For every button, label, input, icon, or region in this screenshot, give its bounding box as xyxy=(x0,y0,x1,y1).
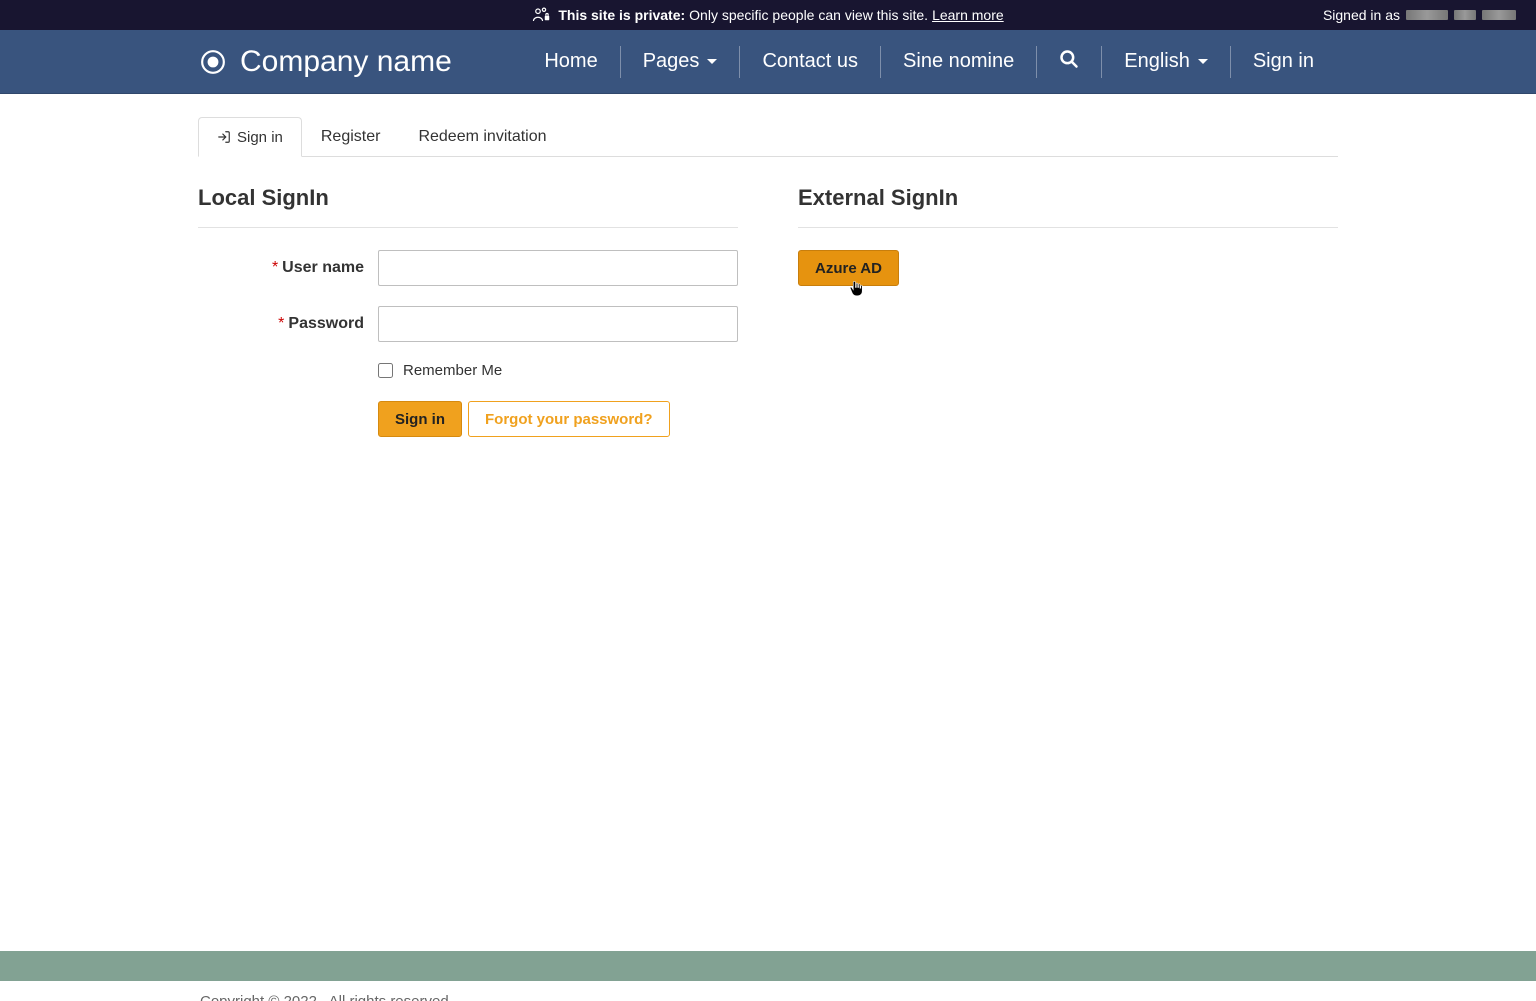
signin-button[interactable]: Sign in xyxy=(378,401,462,437)
local-signin-panel: Local SignIn *User name *Password Rememb… xyxy=(198,185,738,437)
redacted-text xyxy=(1406,10,1448,20)
redacted-text xyxy=(1454,10,1476,20)
tab-redeem[interactable]: Redeem invitation xyxy=(399,117,565,157)
brand-name: Company name xyxy=(240,45,452,79)
people-lock-icon xyxy=(532,6,550,24)
auth-tabs: Sign in Register Redeem invitation xyxy=(198,116,1338,157)
signed-in-status: Signed in as xyxy=(1323,7,1516,23)
nav-contact[interactable]: Contact us xyxy=(740,46,881,78)
tab-register[interactable]: Register xyxy=(302,117,400,157)
search-icon xyxy=(1059,49,1079,75)
nav-language-label: English xyxy=(1124,50,1190,73)
external-signin-heading: External SignIn xyxy=(798,185,1338,211)
password-input[interactable] xyxy=(378,306,738,342)
learn-more-link[interactable]: Learn more xyxy=(932,7,1004,23)
main-nav: Company name Home Pages Contact us Sine … xyxy=(0,30,1536,94)
footer: Copyright © 2022 . All rights reserved. xyxy=(0,951,1536,1001)
private-site-banner: This site is private: Only specific peop… xyxy=(0,0,1536,30)
nav-pages[interactable]: Pages xyxy=(621,46,741,78)
external-signin-panel: External SignIn Azure AD xyxy=(798,185,1338,437)
signed-in-prefix: Signed in as xyxy=(1323,7,1400,23)
nav-sine-nomine[interactable]: Sine nomine xyxy=(881,46,1037,78)
azure-ad-button[interactable]: Azure AD xyxy=(798,250,899,286)
brand[interactable]: Company name xyxy=(200,45,452,79)
local-signin-heading: Local SignIn xyxy=(198,185,738,211)
remember-label: Remember Me xyxy=(403,362,502,379)
password-label: *Password xyxy=(198,315,378,333)
username-label: *User name xyxy=(198,259,378,277)
nav-pages-label: Pages xyxy=(643,50,700,73)
private-text: Only specific people can view this site. xyxy=(689,7,928,23)
nav-signin[interactable]: Sign in xyxy=(1231,46,1336,78)
chevron-down-icon xyxy=(707,59,717,64)
footer-copyright: Copyright © 2022 . All rights reserved. xyxy=(0,981,1536,1001)
nav-search[interactable] xyxy=(1037,46,1102,78)
private-bold-text: This site is private: xyxy=(558,7,685,23)
tab-signin[interactable]: Sign in xyxy=(198,117,302,157)
nav-home[interactable]: Home xyxy=(522,46,620,78)
brand-logo-icon xyxy=(200,49,226,75)
chevron-down-icon xyxy=(1198,59,1208,64)
forgot-password-button[interactable]: Forgot your password? xyxy=(468,401,670,437)
redacted-text xyxy=(1482,10,1516,20)
remember-checkbox[interactable] xyxy=(378,363,393,378)
tab-signin-label: Sign in xyxy=(237,129,283,146)
nav-language[interactable]: English xyxy=(1102,46,1231,78)
signin-icon xyxy=(217,130,231,144)
username-input[interactable] xyxy=(378,250,738,286)
